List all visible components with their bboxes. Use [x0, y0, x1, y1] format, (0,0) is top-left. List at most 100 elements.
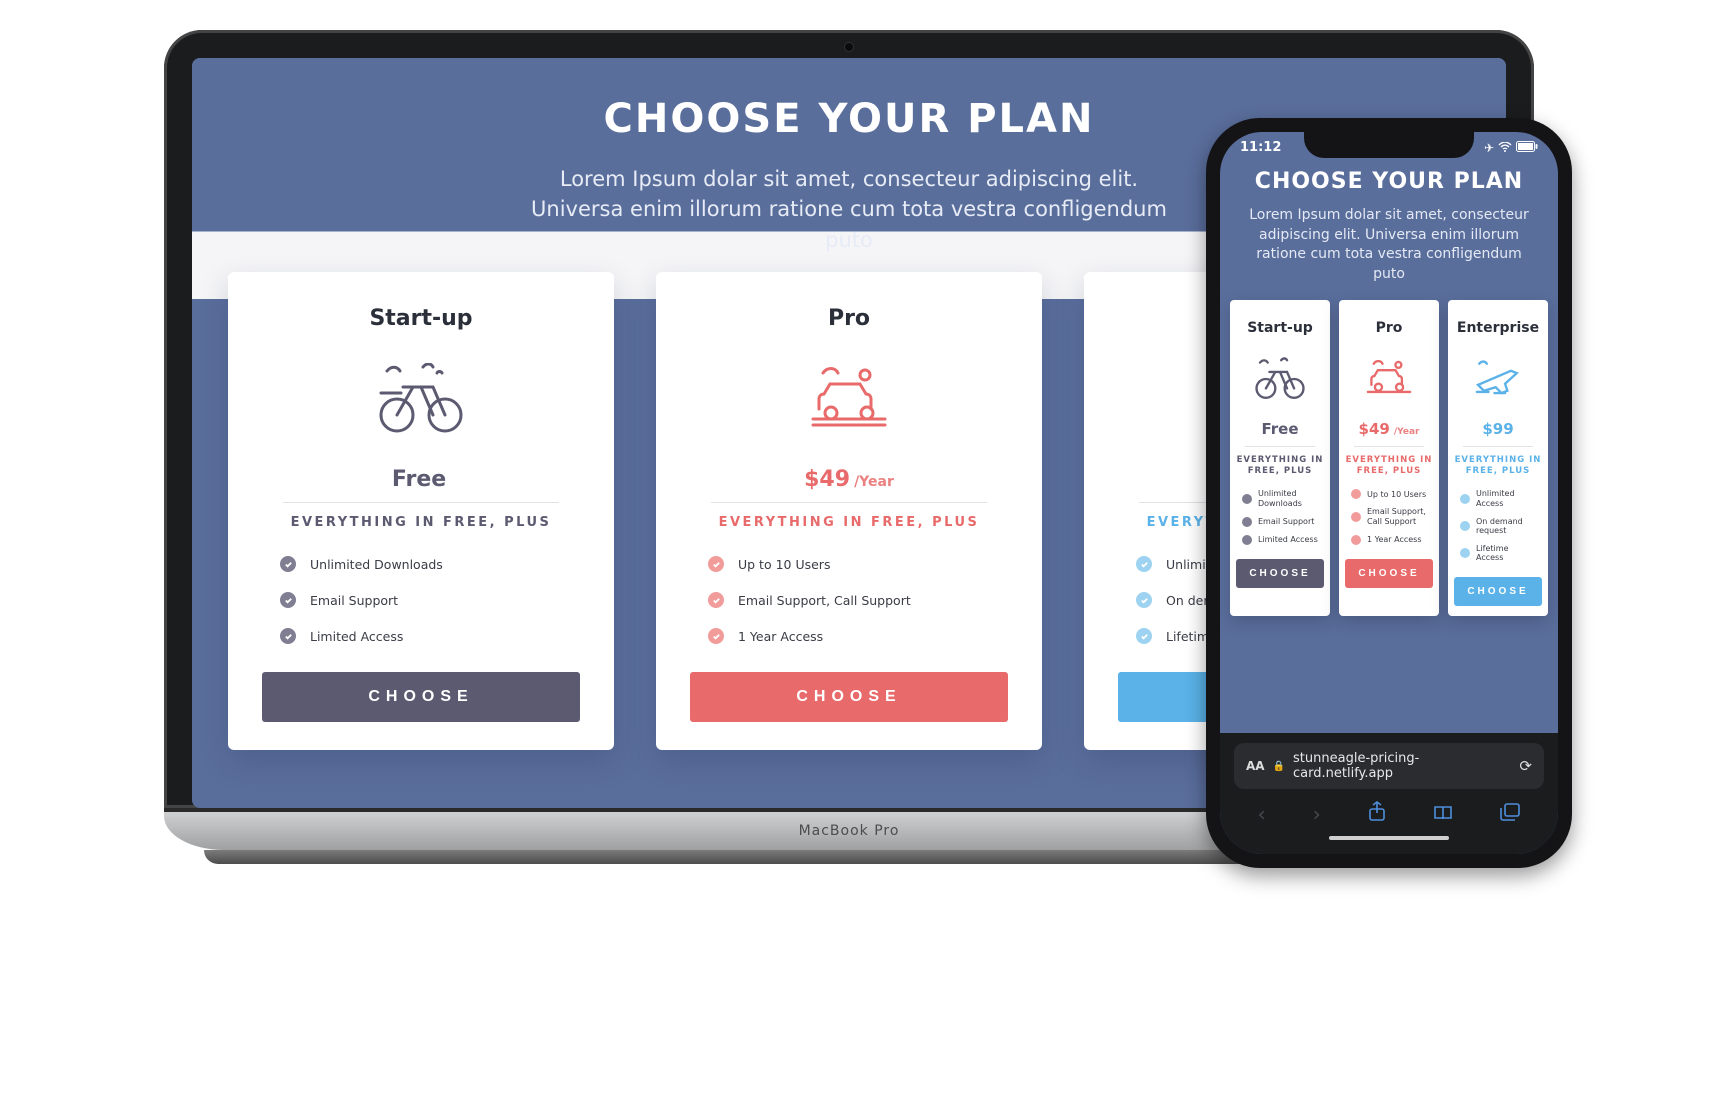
feature-item: 1 Year Access — [708, 618, 990, 654]
check-icon — [1460, 521, 1470, 531]
check-icon — [1136, 556, 1152, 572]
features-heading: EVERYTHING IN FREE, PLUS — [1454, 455, 1542, 477]
plan-name: Pro — [828, 306, 870, 331]
check-icon — [1242, 517, 1252, 527]
features-heading: EVERYTHING IN FREE, PLUS — [1345, 455, 1433, 477]
check-icon — [1242, 535, 1252, 545]
plan-price: $99 — [1482, 420, 1513, 438]
phone-notch — [1304, 132, 1474, 158]
plan-name: Enterprise — [1457, 320, 1539, 336]
divider — [1245, 446, 1315, 447]
feature-item: Email Support, Call Support — [708, 582, 990, 618]
bicycle-icon — [375, 359, 467, 439]
feature-item: Up to 10 Users — [1351, 485, 1427, 503]
feature-item: Up to 10 Users — [708, 546, 990, 582]
check-icon — [1136, 628, 1152, 644]
feature-list: Unlimited Downloads Email Support Limite… — [248, 546, 594, 654]
check-icon — [280, 592, 296, 608]
plane-icon — [1471, 354, 1525, 404]
safari-tab-bar: ‹ › — [1234, 801, 1544, 826]
pricing-cards-row-mobile: Start-up Free EVERYTHING IN FREE, PLUS U… — [1220, 284, 1558, 616]
device-mockup-stage: CHOOSE YOUR PLAN Lorem Ipsum dolar sit a… — [164, 30, 1564, 910]
plan-name: Start-up — [1247, 320, 1313, 336]
home-indicator[interactable] — [1329, 836, 1449, 840]
divider — [711, 502, 988, 503]
check-icon — [280, 556, 296, 572]
wifi-icon — [1498, 141, 1512, 155]
choose-button-enterprise[interactable]: CHOOSE — [1454, 577, 1542, 606]
check-icon — [1351, 512, 1361, 522]
check-icon — [1136, 592, 1152, 608]
plan-price: Free — [1261, 420, 1298, 438]
bicycle-icon — [1253, 354, 1307, 404]
check-icon — [280, 628, 296, 644]
check-icon — [1460, 548, 1470, 558]
choose-button-start-up[interactable]: CHOOSE — [262, 672, 580, 722]
page-title: CHOOSE YOUR PLAN — [1240, 169, 1538, 194]
check-icon — [1242, 494, 1252, 504]
features-heading: EVERYTHING IN FREE, PLUS — [1236, 455, 1324, 477]
choose-button-pro[interactable]: CHOOSE — [1345, 559, 1433, 588]
feature-item: Email Support — [280, 582, 562, 618]
plan-price: $49/Year — [804, 467, 894, 492]
divider — [283, 502, 560, 503]
check-icon — [1460, 494, 1470, 504]
laptop-camera — [844, 42, 854, 52]
choose-button-start-up[interactable]: CHOOSE — [1236, 559, 1324, 588]
features-heading: EVERYTHING IN FREE, PLUS — [719, 515, 980, 530]
page-subtitle: Lorem Ipsum dolar sit amet, consecteur a… — [529, 164, 1169, 255]
feature-item: Lifetime Access — [1460, 540, 1536, 567]
divider — [1354, 446, 1424, 447]
phone-frame: 11:12 ✈︎ CHOOSE YOUR PLAN Lorem Ipsum do… — [1206, 118, 1572, 868]
plan-card-start-up: Start-up Free EVERYTHING IN FREE, PLUS U… — [1230, 300, 1330, 616]
plan-card-enterprise: Enterprise $99 EVERYTHING IN FREE, PLUS … — [1448, 300, 1548, 616]
page-subtitle: Lorem Ipsum dolar sit amet, consecteur a… — [1240, 206, 1538, 284]
check-icon — [1351, 489, 1361, 499]
plan-card-pro: Pro $49/Year EVERYTHING IN FREE, PLUS Up… — [1339, 300, 1439, 616]
feature-item: Email Support, Call Support — [1351, 503, 1427, 530]
feature-list: Unlimited Downloads Email Support Limite… — [1236, 485, 1324, 548]
airplane-mode-icon: ✈︎ — [1484, 141, 1494, 155]
bookmarks-icon[interactable] — [1433, 802, 1453, 826]
url-bar[interactable]: AA 🔒 stunneagle-pricing-card.netlify.app… — [1234, 743, 1544, 789]
tabs-icon[interactable] — [1500, 802, 1520, 826]
phone-screen: 11:12 ✈︎ CHOOSE YOUR PLAN Lorem Ipsum do… — [1220, 132, 1558, 854]
feature-item: Limited Access — [1242, 531, 1318, 549]
car-icon — [1362, 354, 1416, 404]
lock-icon: 🔒 — [1273, 761, 1285, 772]
check-icon — [708, 592, 724, 608]
status-time: 11:12 — [1240, 140, 1281, 155]
car-icon — [803, 359, 895, 439]
back-button[interactable]: ‹ — [1258, 802, 1266, 826]
feature-item: 1 Year Access — [1351, 531, 1427, 549]
feature-item: On demand request — [1460, 513, 1536, 540]
features-heading: EVERYTHING IN FREE, PLUS — [291, 515, 552, 530]
feature-item: Limited Access — [280, 618, 562, 654]
choose-button-pro[interactable]: CHOOSE — [690, 672, 1008, 722]
plan-name: Pro — [1376, 320, 1403, 336]
feature-list: Unlimited Access On demand request Lifet… — [1454, 485, 1542, 567]
feature-list: Up to 10 Users Email Support, Call Suppo… — [676, 546, 1022, 654]
feature-item: Unlimited Downloads — [1242, 485, 1318, 512]
check-icon — [708, 556, 724, 572]
reload-icon[interactable]: ⟳ — [1519, 757, 1532, 775]
plan-card-pro: Pro $49/Year — [656, 272, 1042, 750]
hero-section-mobile: CHOOSE YOUR PLAN Lorem Ipsum dolar sit a… — [1220, 159, 1558, 284]
feature-item: Unlimited Access — [1460, 485, 1536, 512]
battery-icon — [1516, 141, 1538, 155]
feature-list: Up to 10 Users Email Support, Call Suppo… — [1345, 485, 1433, 548]
divider — [1463, 446, 1533, 447]
plan-name: Start-up — [369, 306, 472, 331]
check-icon — [708, 628, 724, 644]
status-icons: ✈︎ — [1484, 141, 1538, 155]
text-size-button[interactable]: AA — [1246, 759, 1265, 773]
plan-price: Free — [392, 467, 450, 492]
feature-item: Email Support — [1242, 513, 1318, 531]
forward-button[interactable]: › — [1313, 802, 1321, 826]
plan-price: $49/Year — [1359, 420, 1420, 438]
share-icon[interactable] — [1368, 801, 1386, 826]
safari-toolbar: AA 🔒 stunneagle-pricing-card.netlify.app… — [1220, 733, 1558, 854]
url-text: stunneagle-pricing-card.netlify.app — [1293, 751, 1511, 781]
page-title: CHOOSE YOUR PLAN — [452, 96, 1246, 142]
feature-item: Unlimited Downloads — [280, 546, 562, 582]
